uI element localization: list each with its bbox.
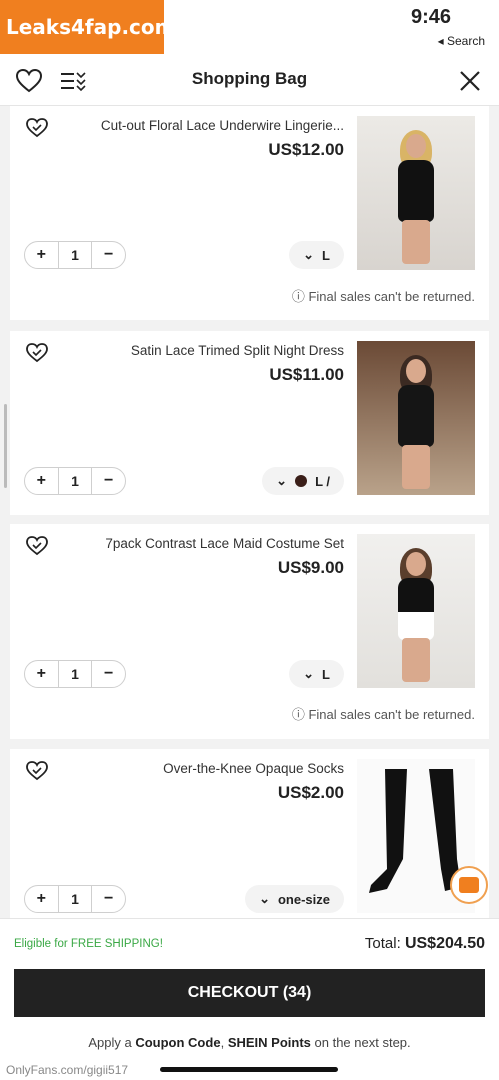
checkout-button[interactable]: CHECKOUT (34) bbox=[14, 969, 485, 1017]
move-to-wishlist-icon[interactable] bbox=[26, 536, 48, 556]
info-icon: ⓘ bbox=[291, 289, 305, 304]
increase-quantity-button[interactable]: + bbox=[25, 661, 58, 687]
quantity-stepper: + 1 − bbox=[24, 885, 126, 913]
cart-item: Cut-out Floral Lace Underwire Lingerie..… bbox=[10, 106, 489, 320]
decrease-quantity-button[interactable]: − bbox=[92, 661, 125, 687]
page-header: Shopping Bag bbox=[0, 56, 499, 106]
product-price: US$2.00 bbox=[277, 783, 344, 802]
watermark-logo: Leaks4fap.com bbox=[0, 0, 175, 54]
move-to-wishlist-icon[interactable] bbox=[26, 343, 48, 363]
final-sale-notice: ⓘ Final sales can't be returned. bbox=[291, 707, 475, 722]
size-label: L bbox=[322, 247, 330, 263]
final-sale-notice: ⓘ Final sales can't be returned. bbox=[291, 289, 475, 304]
product-image[interactable] bbox=[357, 534, 475, 688]
quantity-stepper: + 1 − bbox=[24, 241, 126, 269]
move-to-wishlist-icon[interactable] bbox=[26, 761, 48, 781]
apply-hint: Apply a Coupon Code, SHEIN Points on the… bbox=[88, 1035, 411, 1050]
increase-quantity-button[interactable]: + bbox=[25, 242, 58, 268]
total-value: US$204.50 bbox=[404, 935, 485, 952]
size-label: one-size bbox=[277, 891, 330, 907]
product-price: US$12.00 bbox=[268, 140, 344, 159]
color-swatch bbox=[295, 475, 308, 487]
total-label: Total: bbox=[364, 935, 401, 952]
product-image[interactable] bbox=[357, 341, 475, 495]
product-image[interactable] bbox=[357, 116, 475, 270]
scrollbar[interactable] bbox=[4, 404, 7, 488]
product-price: US$9.00 bbox=[277, 558, 344, 577]
cart-item: Satin Lace Trimed Split Night Dress US$1… bbox=[10, 331, 489, 515]
size-selector[interactable]: ⌄ L bbox=[289, 660, 344, 688]
chevron-down-icon: ⌄ bbox=[303, 666, 315, 681]
product-price: US$11.00 bbox=[269, 365, 344, 384]
credit-watermark: OnlyFans.com/gigii517 bbox=[6, 1063, 129, 1077]
coupon-code-link[interactable]: Coupon Code bbox=[135, 1035, 220, 1050]
size-selector[interactable]: ⌄ L bbox=[289, 241, 344, 269]
quantity-value[interactable]: 1 bbox=[57, 242, 93, 268]
decrease-quantity-button[interactable]: − bbox=[92, 886, 125, 912]
chevron-down-icon: ⌄ bbox=[303, 247, 315, 262]
move-to-wishlist-icon[interactable] bbox=[26, 118, 48, 138]
product-name[interactable]: 7pack Contrast Lace Maid Costume Set bbox=[74, 536, 344, 551]
order-total: Total: US$204.50 bbox=[365, 935, 485, 953]
cart-item: 7pack Contrast Lace Maid Costume Set US$… bbox=[10, 524, 489, 739]
increase-quantity-button[interactable]: + bbox=[25, 886, 58, 912]
free-shipping-label: Eligible for FREE SHIPPING! bbox=[14, 938, 163, 950]
clock: 9:46 bbox=[410, 6, 451, 28]
product-name[interactable]: Cut-out Floral Lace Underwire Lingerie..… bbox=[74, 118, 344, 133]
chevron-down-icon: ⌄ bbox=[259, 891, 270, 906]
size-label: L / bbox=[315, 473, 330, 489]
decrease-quantity-button[interactable]: − bbox=[92, 468, 125, 494]
quantity-value[interactable]: 1 bbox=[57, 468, 93, 494]
info-icon: ⓘ bbox=[291, 707, 305, 722]
product-name[interactable]: Over-the-Knee Opaque Socks bbox=[74, 761, 344, 776]
quantity-stepper: + 1 − bbox=[24, 660, 126, 688]
cart-item: Over-the-Knee Opaque Socks US$2.00 + 1 −… bbox=[10, 749, 489, 919]
shein-points-link[interactable]: SHEIN Points bbox=[228, 1035, 311, 1050]
quantity-stepper: + 1 − bbox=[24, 467, 126, 495]
back-to-search-link[interactable]: ◂ Search bbox=[438, 34, 485, 48]
coupon-float-button[interactable] bbox=[450, 866, 488, 904]
size-label: L bbox=[322, 666, 330, 682]
decrease-quantity-button[interactable]: − bbox=[92, 242, 125, 268]
close-icon[interactable] bbox=[457, 68, 483, 94]
quantity-value[interactable]: 1 bbox=[57, 886, 93, 912]
increase-quantity-button[interactable]: + bbox=[25, 468, 58, 494]
size-selector[interactable]: ⌄ one-size bbox=[245, 885, 344, 913]
chevron-down-icon: ⌄ bbox=[276, 473, 288, 488]
product-name[interactable]: Satin Lace Trimed Split Night Dress bbox=[74, 343, 344, 358]
home-indicator[interactable] bbox=[160, 1067, 338, 1072]
quantity-value[interactable]: 1 bbox=[57, 661, 93, 687]
checkout-footer: Eligible for FREE SHIPPING! Total: US$20… bbox=[0, 918, 499, 1080]
coupon-icon bbox=[459, 877, 479, 893]
page-title: Shopping Bag bbox=[191, 69, 308, 88]
size-color-selector[interactable]: ⌄ L / bbox=[262, 467, 344, 495]
